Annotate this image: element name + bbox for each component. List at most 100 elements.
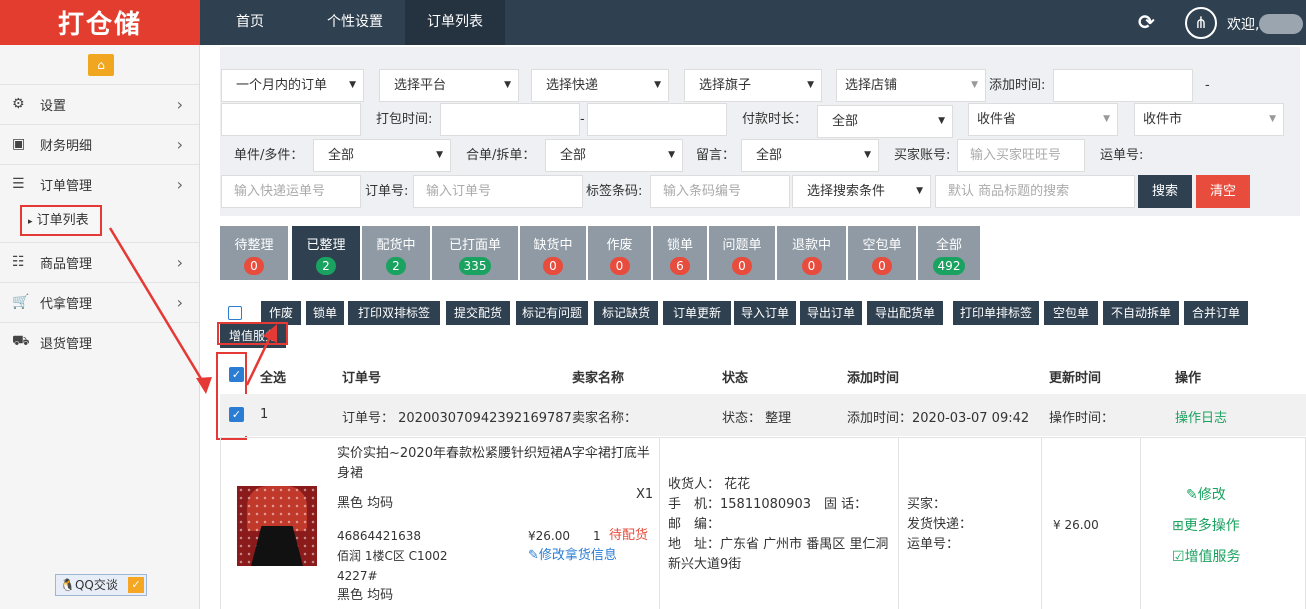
sidebar-subitem-order-list[interactable]: ▸ 订单列表 xyxy=(20,205,102,236)
status-tab[interactable]: 配货中 2 xyxy=(362,226,430,280)
caret-down-icon: ▼ xyxy=(916,186,923,196)
product-qty: 1 xyxy=(593,529,601,543)
filter-panel: 一个月内的订单 ▼ 选择平台 ▼ 选择快递 ▼ 选择旗子 ▼ 选择店铺 ▼ 添加时间: -… xyxy=(220,47,1300,216)
sidebar-item-orders[interactable]: ☰ 订单管理 › xyxy=(0,164,199,203)
more-actions-link[interactable]: ⊞更多操作 xyxy=(1172,515,1240,535)
refresh-icon[interactable]: ⟳ xyxy=(1138,10,1155,34)
status-tab-count: 0 xyxy=(801,257,822,275)
status-tab[interactable]: 已整理 2 xyxy=(292,226,360,280)
status-tab-label: 空包单 xyxy=(862,238,902,253)
buyer-account-input[interactable]: 输入买家旺旺号 xyxy=(957,139,1085,172)
receiver-address: 地 址：广东省 广州市 番禺区 里仁洞新兴大道9街 xyxy=(668,537,889,572)
header-seller: 卖家名称 xyxy=(572,371,625,386)
action-button[interactable]: 打印单排标签 xyxy=(953,301,1039,325)
sidebar-item-returns[interactable]: ⛟ 退货管理 xyxy=(0,322,199,361)
search-button[interactable]: 搜索 xyxy=(1138,175,1192,208)
sidebar-item-settings[interactable]: ⚙ 设置 › xyxy=(0,84,199,123)
action-button[interactable]: 标记缺货 xyxy=(594,301,658,325)
status-tab[interactable]: 空包单 0 xyxy=(848,226,916,280)
product-sku: 46864421638 xyxy=(337,529,421,543)
status-tab-label: 作废 xyxy=(606,238,633,253)
status-tab-count: 335 xyxy=(458,257,492,275)
shop-select[interactable]: 选择店铺 ▼ xyxy=(836,69,986,102)
main-content: 一个月内的订单 ▼ 选择平台 ▼ 选择快递 ▼ 选择旗子 ▼ 选择店铺 ▼ 添加时间: -… xyxy=(200,45,1306,609)
qq-chat-button[interactable]: 🐧QQ交谈 ✓ xyxy=(55,574,147,596)
pay-duration-select[interactable]: 全部 ▼ xyxy=(817,105,953,138)
dash: - xyxy=(580,112,585,127)
waybill-label: 运单号: xyxy=(1100,148,1144,163)
sidebar: ⌂ ⚙ 设置 › ▣ 财务明细 › ☰ 订单管理 › ▸ 订单列表 ☷ 商品管理 › 🛒 代拿管理… xyxy=(0,45,200,609)
action-button[interactable]: 导出订单 xyxy=(800,301,862,325)
receiver-name: 收货人： 花花 xyxy=(668,477,751,492)
status-tab-count: 0 xyxy=(543,257,563,275)
nav-order-list[interactable]: 订单列表 xyxy=(405,0,505,45)
sidebar-item-proxy-pickup[interactable]: 🛒 代拿管理 › xyxy=(0,282,199,321)
waybill-input[interactable]: 输入快递运单号 xyxy=(221,175,361,208)
action-button[interactable]: 锁单 xyxy=(306,301,344,325)
keyword-input[interactable]: 默认 商品标题的搜索 xyxy=(935,175,1135,208)
pack-time-end-input[interactable] xyxy=(587,103,727,136)
status-tab[interactable]: 缺货中 0 xyxy=(520,226,586,280)
province-select[interactable]: 收件省 ▼ xyxy=(968,103,1118,136)
action-button[interactable]: 不自动拆单 xyxy=(1103,301,1179,325)
status-tab[interactable]: 锁单 6 xyxy=(653,226,707,280)
message-select[interactable]: 全部 ▼ xyxy=(741,139,879,172)
value-added-link[interactable]: ☑增值服务 xyxy=(1172,546,1241,566)
action-button[interactable]: 订单更新 xyxy=(663,301,731,325)
action-button[interactable]: 导入订单 xyxy=(734,301,796,325)
logo[interactable]: 打仓储 xyxy=(0,0,200,45)
product-image[interactable] xyxy=(237,486,317,566)
caret-down-icon: ▼ xyxy=(971,80,978,90)
express-select[interactable]: 选择快递 ▼ xyxy=(531,69,669,102)
sidebar-item-finance[interactable]: ▣ 财务明细 › xyxy=(0,124,199,163)
edit-order-link[interactable]: ✎修改 xyxy=(1186,484,1226,504)
status-tab[interactable]: 全部 492 xyxy=(918,226,980,280)
caret-down-icon: ▼ xyxy=(807,80,814,90)
share-icon[interactable]: ⋔ xyxy=(1185,7,1217,39)
flag-select[interactable]: 选择旗子 ▼ xyxy=(684,69,822,102)
nav-personal-settings[interactable]: 个性设置 xyxy=(300,0,410,45)
merge-split-select[interactable]: 全部 ▼ xyxy=(545,139,683,172)
barcode-input[interactable]: 输入条码编号 xyxy=(650,175,790,208)
order-checkbox[interactable]: ✓ xyxy=(229,407,244,422)
product-title[interactable]: 实价实拍~2020年春款松紧腰针织短裙A字伞裙打底半身裙 xyxy=(337,444,655,484)
sidebar-item-products[interactable]: ☷ 商品管理 › xyxy=(0,242,199,281)
period-select[interactable]: 一个月内的订单 ▼ xyxy=(221,69,364,102)
status-tab[interactable]: 已打面单 335 xyxy=(432,226,518,280)
status-tab-label: 配货中 xyxy=(376,238,416,253)
nav-home[interactable]: 首页 xyxy=(210,0,290,45)
caret-down-icon: ▼ xyxy=(504,80,511,90)
pack-time-start-input[interactable] xyxy=(440,103,580,136)
status-tab-count: 0 xyxy=(732,257,752,275)
select-all-checkbox[interactable]: ✓ xyxy=(229,367,244,382)
clear-button[interactable]: 清空 xyxy=(1196,175,1250,208)
header-select-all: 全选 xyxy=(260,371,287,386)
operation-log-link[interactable]: 操作日志 xyxy=(1175,407,1227,426)
single-multi-select[interactable]: 全部 ▼ xyxy=(313,139,451,172)
add-time-start-input[interactable] xyxy=(1053,69,1193,102)
header-order-no: 订单号 xyxy=(342,371,382,386)
platform-select[interactable]: 选择平台 ▼ xyxy=(379,69,519,102)
status-tab[interactable]: 待整理 0 xyxy=(220,226,288,280)
action-button[interactable]: 提交配货 xyxy=(446,301,510,325)
order-no-input[interactable]: 输入订单号 xyxy=(413,175,583,208)
header-update-time: 更新时间 xyxy=(1049,371,1102,386)
ship-waybill: 运单号： xyxy=(907,537,960,552)
action-button[interactable]: 打印双排标签 xyxy=(348,301,440,325)
action-button[interactable]: 导出配货单 xyxy=(867,301,943,325)
add-time-end-input[interactable] xyxy=(221,103,361,136)
city-select[interactable]: 收件市 ▼ xyxy=(1134,103,1284,136)
toolbar-select-all-checkbox[interactable] xyxy=(228,306,242,320)
status-tab[interactable]: 作废 0 xyxy=(588,226,651,280)
status-tab[interactable]: 退款中 0 xyxy=(777,226,846,280)
action-button[interactable]: 空包单 xyxy=(1044,301,1098,325)
list-icon: ☷ xyxy=(12,254,25,270)
search-condition-select[interactable]: 选择搜索条件 ▼ xyxy=(792,175,931,208)
divider xyxy=(220,437,221,609)
edit-pickup-link[interactable]: ✎修改拿货信息 xyxy=(528,546,617,566)
status-tab[interactable]: 问题单 0 xyxy=(709,226,775,280)
home-icon[interactable]: ⌂ xyxy=(88,54,114,76)
action-button[interactable]: 标记有问题 xyxy=(516,301,588,325)
avatar[interactable] xyxy=(1259,14,1303,34)
action-button[interactable]: 合并订单 xyxy=(1184,301,1248,325)
